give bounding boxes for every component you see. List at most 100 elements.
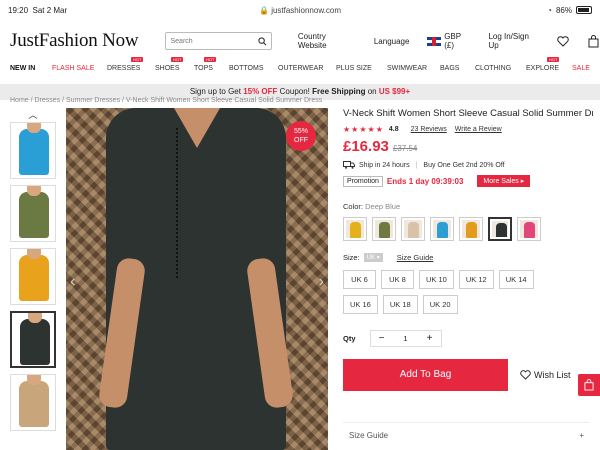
reviews-link[interactable]: 23 Reviews bbox=[411, 126, 447, 133]
minus-icon[interactable]: − bbox=[371, 333, 393, 344]
language-link[interactable]: Language bbox=[374, 37, 410, 46]
status-right: ◔ 86% bbox=[502, 6, 592, 15]
dress-swatch bbox=[19, 129, 49, 175]
heart-icon[interactable] bbox=[556, 34, 570, 48]
ship-time: Ship in 24 hours bbox=[359, 161, 410, 169]
search-icon[interactable] bbox=[258, 36, 267, 46]
nav-flash-sale[interactable]: FLASH SALE bbox=[52, 65, 94, 72]
currency-selector[interactable]: GBP (£) bbox=[427, 32, 472, 50]
thumbnail-image[interactable] bbox=[10, 185, 56, 242]
nav-bags[interactable]: BAGS bbox=[440, 65, 459, 72]
size-options: UK 6 UK 8 UK 10 UK 12 UK 14 UK 16 UK 18 … bbox=[343, 270, 573, 314]
thumbnail-column: ︿ bbox=[10, 108, 56, 437]
floating-cart-button[interactable] bbox=[578, 374, 600, 396]
qty-label: Qty bbox=[343, 334, 356, 343]
hot-badge: HOT bbox=[547, 57, 560, 62]
nav-dresses[interactable]: HOT DRESSES bbox=[107, 57, 144, 72]
thumbnail-image[interactable] bbox=[10, 374, 56, 431]
nav-outerwear[interactable]: OUTERWEAR bbox=[278, 65, 323, 72]
plus-icon: + bbox=[579, 431, 584, 440]
country-website-link[interactable]: Country Website bbox=[298, 32, 356, 50]
nav-new-in[interactable]: NEW IN bbox=[10, 65, 35, 72]
nav-swimwear[interactable]: SWIMWEAR bbox=[387, 65, 427, 72]
chevron-right-icon[interactable]: › bbox=[319, 273, 324, 291]
quantity-value[interactable]: 1 bbox=[393, 334, 419, 343]
size-row: Size: UK ▾ Size Guide bbox=[343, 253, 600, 262]
color-swatch-selected[interactable] bbox=[488, 217, 512, 241]
thumbnail-image-selected[interactable] bbox=[10, 311, 56, 368]
truck-icon bbox=[343, 161, 355, 169]
shopping-bag-icon[interactable] bbox=[586, 34, 600, 48]
heart-icon bbox=[520, 370, 531, 380]
size-option[interactable]: UK 8 bbox=[381, 270, 414, 289]
add-to-bag-button[interactable]: Add To Bag bbox=[343, 359, 508, 391]
rating-stars: ★★★★★ bbox=[343, 125, 384, 134]
breadcrumb[interactable]: Home / Dresses / Summer Dresses / V-Neck… bbox=[10, 97, 322, 104]
color-swatch[interactable] bbox=[343, 217, 367, 241]
size-option[interactable]: UK 18 bbox=[382, 295, 418, 314]
nav-shoes[interactable]: HOT SHOES bbox=[155, 57, 184, 72]
cart-row: Add To Bag Wish List bbox=[343, 359, 600, 391]
size-guide-accordion[interactable]: Size Guide + bbox=[343, 422, 590, 448]
chevron-left-icon[interactable]: ‹ bbox=[70, 273, 75, 291]
write-review-link[interactable]: Write a Review bbox=[455, 126, 502, 133]
battery-icon bbox=[576, 6, 592, 14]
wish-list-button[interactable]: Wish List bbox=[520, 370, 571, 380]
main-nav: NEW IN FLASH SALE HOT DRESSES HOT SHOES HO… bbox=[0, 57, 600, 78]
dress-swatch bbox=[19, 255, 49, 301]
necklace bbox=[176, 128, 180, 278]
uk-flag-icon bbox=[427, 36, 442, 46]
color-swatch[interactable] bbox=[517, 217, 541, 241]
dress-swatch bbox=[19, 192, 49, 238]
url-bar[interactable]: 🔒 justfashionnow.com bbox=[98, 6, 502, 15]
hot-badge: HOT bbox=[171, 57, 184, 62]
product-info-panel: V-Neck Shift Women Short Sleeve Casual S… bbox=[343, 108, 600, 450]
nav-explore[interactable]: HOT EXPLORE bbox=[526, 57, 560, 72]
shopping-bag-icon bbox=[584, 379, 594, 391]
login-link[interactable]: Log In/Sign Up bbox=[488, 32, 540, 50]
color-label: Color: Deep Blue bbox=[343, 202, 401, 211]
promotion-row: Promotion Ends 1 day 09:39:03 More Sales… bbox=[343, 175, 600, 187]
nav-tops[interactable]: HOT TOPS bbox=[194, 57, 217, 72]
size-option[interactable]: UK 16 bbox=[343, 295, 378, 314]
size-option[interactable]: UK 20 bbox=[422, 295, 458, 314]
size-option[interactable]: UK 6 bbox=[343, 270, 376, 289]
plus-icon[interactable]: + bbox=[419, 333, 441, 344]
nav-clothing[interactable]: CLOTHING bbox=[475, 65, 511, 72]
status-bar: 19:20 Sat 2 Mar 🔒 justfashionnow.com ◔ 8… bbox=[0, 0, 600, 20]
dress-swatch bbox=[19, 381, 49, 427]
color-swatch[interactable] bbox=[401, 217, 425, 241]
product-title: V-Neck Shift Women Short Sleeve Casual S… bbox=[343, 108, 593, 119]
site-logo[interactable]: JustFashion Now bbox=[10, 30, 157, 52]
hot-badge: HOT bbox=[204, 57, 217, 62]
size-option[interactable]: UK 12 bbox=[458, 270, 494, 289]
quantity-row: Qty − 1 + bbox=[343, 330, 600, 347]
dress-swatch bbox=[20, 319, 50, 365]
search-input[interactable] bbox=[170, 37, 258, 45]
chevron-up-icon[interactable]: ︿ bbox=[10, 108, 56, 122]
size-guide-link[interactable]: Size Guide bbox=[397, 253, 434, 262]
current-price: £16.93 bbox=[343, 138, 389, 155]
offer-text[interactable]: Buy One Get 2nd 20% Off bbox=[423, 162, 504, 169]
lock-icon: 🔒 bbox=[258, 5, 269, 15]
thumbnail-image[interactable] bbox=[10, 122, 56, 179]
color-swatch[interactable] bbox=[372, 217, 396, 241]
promotion-tag: Promotion bbox=[343, 175, 383, 187]
search-box[interactable] bbox=[165, 32, 272, 50]
size-option[interactable]: UK 10 bbox=[419, 270, 454, 289]
nav-bottoms[interactable]: BOTTOMS bbox=[229, 65, 263, 72]
quantity-stepper: − 1 + bbox=[369, 330, 442, 347]
shipping-row: Ship in 24 hours | Buy One Get 2nd 20% O… bbox=[343, 161, 600, 169]
color-swatch[interactable] bbox=[459, 217, 483, 241]
nav-plus-size[interactable]: PLUS SIZE bbox=[336, 65, 372, 72]
rating-score: 4.8 bbox=[388, 126, 399, 133]
more-sales-button[interactable]: More Sales ▸ bbox=[477, 175, 531, 187]
thumbnail-image[interactable] bbox=[10, 248, 56, 305]
size-option[interactable]: UK 14 bbox=[498, 270, 534, 289]
product-main-image[interactable]: ‹ › bbox=[66, 108, 328, 450]
color-swatch[interactable] bbox=[430, 217, 454, 241]
battery-percent: 86% bbox=[555, 5, 572, 15]
color-swatches bbox=[343, 217, 600, 241]
size-region-select[interactable]: UK ▾ bbox=[363, 253, 383, 262]
nav-sale[interactable]: SALE bbox=[572, 65, 590, 72]
